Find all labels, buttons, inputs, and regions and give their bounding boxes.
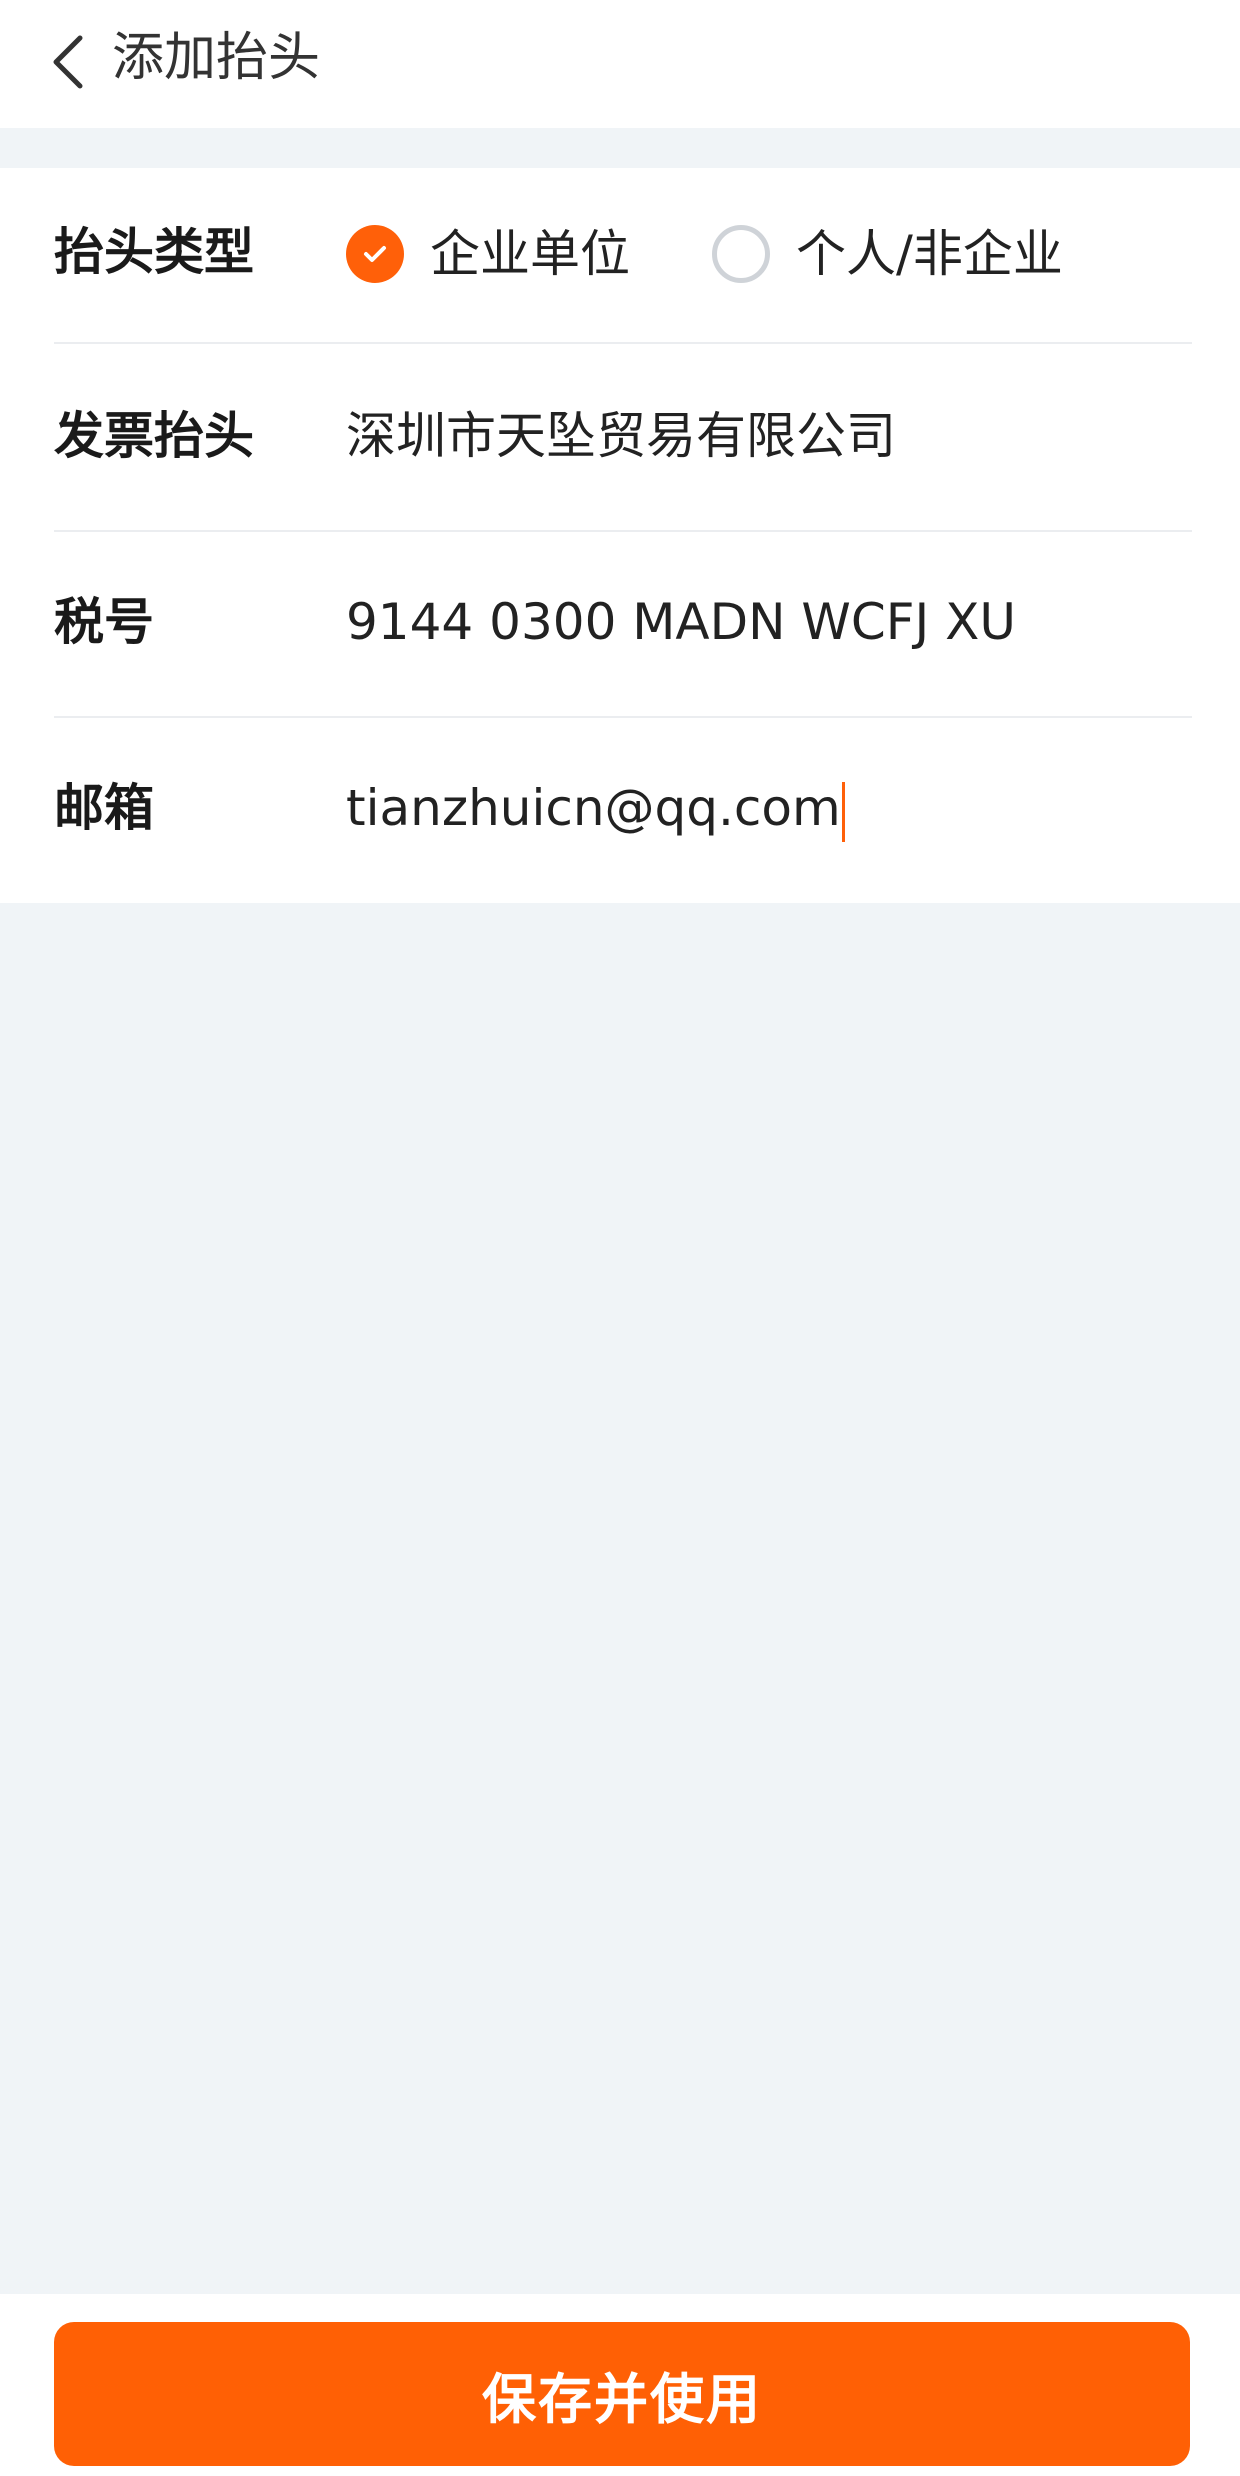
top-navigation-bar: 添加抬头 <box>0 0 1240 128</box>
email-row[interactable]: 邮箱 tianzhuicn@qq.com <box>54 718 1192 903</box>
invoice-title-input[interactable]: 深圳市天坠贸易有限公司 <box>346 406 896 466</box>
bottom-action-bar: 保存并使用 <box>0 2294 1240 2476</box>
title-type-row: 抬头类型 企业单位 个人/非企业 <box>54 168 1192 344</box>
page-title: 添加抬头 <box>112 28 321 88</box>
chevron-left-icon <box>53 35 83 89</box>
invoice-title-label: 发票抬头 <box>54 407 254 465</box>
email-label: 邮箱 <box>54 779 154 837</box>
tax-number-row[interactable]: 税号 9144 0300 MADN WCFJ XU <box>54 532 1192 718</box>
email-input-text: tianzhuicn@qq.com <box>346 779 841 837</box>
title-type-label: 抬头类型 <box>54 223 254 281</box>
radio-unchecked-icon <box>712 225 770 283</box>
radio-enterprise[interactable]: 企业单位 <box>346 224 630 284</box>
radio-checked-icon <box>346 225 404 283</box>
invoice-title-form: 抬头类型 企业单位 个人/非企业 发票抬头 深圳市天坠贸易有限公司 税号 914… <box>0 168 1240 903</box>
save-and-use-button[interactable]: 保存并使用 <box>54 2322 1190 2466</box>
radio-individual[interactable]: 个人/非企业 <box>712 224 1063 284</box>
radio-individual-label: 个人/非企业 <box>796 225 1063 283</box>
back-button[interactable] <box>28 22 108 102</box>
invoice-title-row[interactable]: 发票抬头 深圳市天坠贸易有限公司 <box>54 342 1192 532</box>
tax-number-input[interactable]: 9144 0300 MADN WCFJ XU <box>346 592 1016 652</box>
text-cursor <box>841 781 845 842</box>
email-input[interactable]: tianzhuicn@qq.com <box>346 778 845 842</box>
tax-number-label: 税号 <box>54 593 154 651</box>
radio-enterprise-label: 企业单位 <box>430 225 630 283</box>
